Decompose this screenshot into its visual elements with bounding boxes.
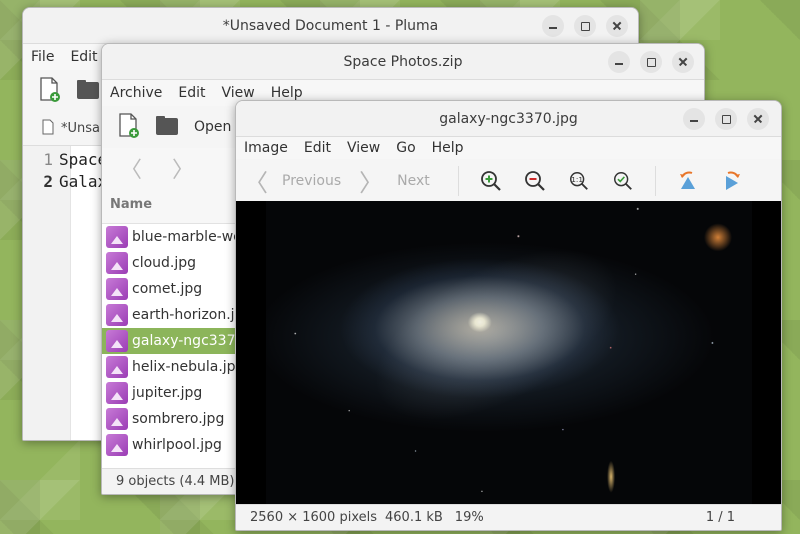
next-button[interactable]: 〉 Next xyxy=(359,163,430,198)
rotate-left-icon[interactable] xyxy=(675,168,701,194)
archive-menu-edit[interactable]: Edit xyxy=(170,85,213,101)
chevron-right-icon: 〉 xyxy=(359,169,384,197)
archive-status-text: 9 objects (4.4 MB) xyxy=(116,474,235,489)
pluma-title: *Unsaved Document 1 - Pluma xyxy=(222,17,439,34)
pluma-maximize-button[interactable] xyxy=(574,15,596,37)
svg-text:1:1: 1:1 xyxy=(571,174,583,183)
image-file-icon xyxy=(106,330,128,352)
viewer-menu-go[interactable]: Go xyxy=(388,140,423,156)
pluma-titlebar[interactable]: *Unsaved Document 1 - Pluma xyxy=(23,8,638,44)
image-file-icon xyxy=(106,356,128,378)
archive-menu-archive[interactable]: Archive xyxy=(102,85,170,101)
pluma-menu-file[interactable]: File xyxy=(23,49,62,65)
viewer-close-button[interactable] xyxy=(747,108,769,130)
image-file-icon xyxy=(106,304,128,326)
image-viewer-window: galaxy-ngc3370.jpg Image Edit View Go He… xyxy=(235,100,782,531)
archive-close-button[interactable] xyxy=(672,51,694,73)
zoom-level: 19% xyxy=(454,510,484,525)
pluma-minimize-button[interactable] xyxy=(542,15,564,37)
archive-minimize-button[interactable] xyxy=(608,51,630,73)
image-file-icon xyxy=(106,434,128,456)
zoom-out-icon[interactable] xyxy=(522,168,548,194)
file-name: whirlpool.jpg xyxy=(132,437,222,453)
archive-maximize-button[interactable] xyxy=(640,51,662,73)
zoom-normal-icon[interactable]: 1:1 xyxy=(566,168,592,194)
file-name: cloud.jpg xyxy=(132,255,197,271)
image-file-size: 460.1 kB xyxy=(385,510,443,525)
zoom-fit-icon[interactable] xyxy=(610,168,636,194)
viewer-menu-view[interactable]: View xyxy=(339,140,388,156)
previous-button[interactable]: 〈 Previous xyxy=(244,163,341,198)
open-archive-icon[interactable] xyxy=(154,113,180,141)
new-archive-icon[interactable] xyxy=(116,112,140,142)
file-name: earth-horizon.jp xyxy=(132,307,244,323)
image-position: 1 / 1 xyxy=(705,510,735,525)
editor-line: 2 Galax xyxy=(43,172,108,191)
image-file-icon xyxy=(106,226,128,248)
image-dimensions: 2560 × 1600 pixels xyxy=(250,510,377,525)
file-name: helix-nebula.jpg xyxy=(132,359,245,375)
zoom-in-icon[interactable] xyxy=(478,168,504,194)
document-tab-icon xyxy=(41,119,55,139)
chevron-left-icon[interactable]: 〈 xyxy=(120,152,142,184)
image-file-icon xyxy=(106,252,128,274)
image-file-icon xyxy=(106,382,128,404)
image-display-area[interactable] xyxy=(236,201,781,504)
pluma-menu-edit[interactable]: Edit xyxy=(62,49,105,65)
viewer-menu-image[interactable]: Image xyxy=(236,140,296,156)
viewer-menu-edit[interactable]: Edit xyxy=(296,140,339,156)
viewer-title: galaxy-ngc3370.jpg xyxy=(439,110,578,127)
toolbar-separator xyxy=(457,165,459,196)
viewer-menu-help[interactable]: Help xyxy=(424,140,472,156)
file-name: jupiter.jpg xyxy=(132,385,203,401)
file-name: sombrero.jpg xyxy=(132,411,225,427)
file-name: galaxy-ngc3370. xyxy=(132,333,249,349)
new-document-icon[interactable] xyxy=(37,76,61,106)
galaxy-image xyxy=(266,201,752,504)
chevron-left-icon: 〈 xyxy=(244,169,268,197)
viewer-titlebar[interactable]: galaxy-ngc3370.jpg xyxy=(236,101,781,137)
open-folder-icon[interactable] xyxy=(75,77,101,105)
viewer-maximize-button[interactable] xyxy=(715,108,737,130)
archive-title: Space Photos.zip xyxy=(343,53,463,70)
viewer-statusbar: 2560 × 1600 pixels 460.1 kB 19% 1 / 1 xyxy=(236,504,781,530)
pluma-close-button[interactable] xyxy=(606,15,628,37)
file-name: comet.jpg xyxy=(132,281,203,297)
archive-titlebar[interactable]: Space Photos.zip xyxy=(102,44,704,80)
archive-menu-view[interactable]: View xyxy=(214,85,263,101)
open-archive-button[interactable]: Open xyxy=(194,119,231,135)
viewer-minimize-button[interactable] xyxy=(683,108,705,130)
chevron-right-icon[interactable]: 〉 xyxy=(172,152,194,184)
document-tab[interactable]: *Unsa xyxy=(61,121,100,136)
rotate-right-icon[interactable] xyxy=(719,168,745,194)
image-file-icon xyxy=(106,408,128,430)
archive-menu-help[interactable]: Help xyxy=(263,85,311,101)
file-name: blue-marble-we xyxy=(132,229,242,245)
editor-line: 1 Space xyxy=(43,150,108,169)
toolbar-separator xyxy=(654,165,656,196)
image-file-icon xyxy=(106,278,128,300)
